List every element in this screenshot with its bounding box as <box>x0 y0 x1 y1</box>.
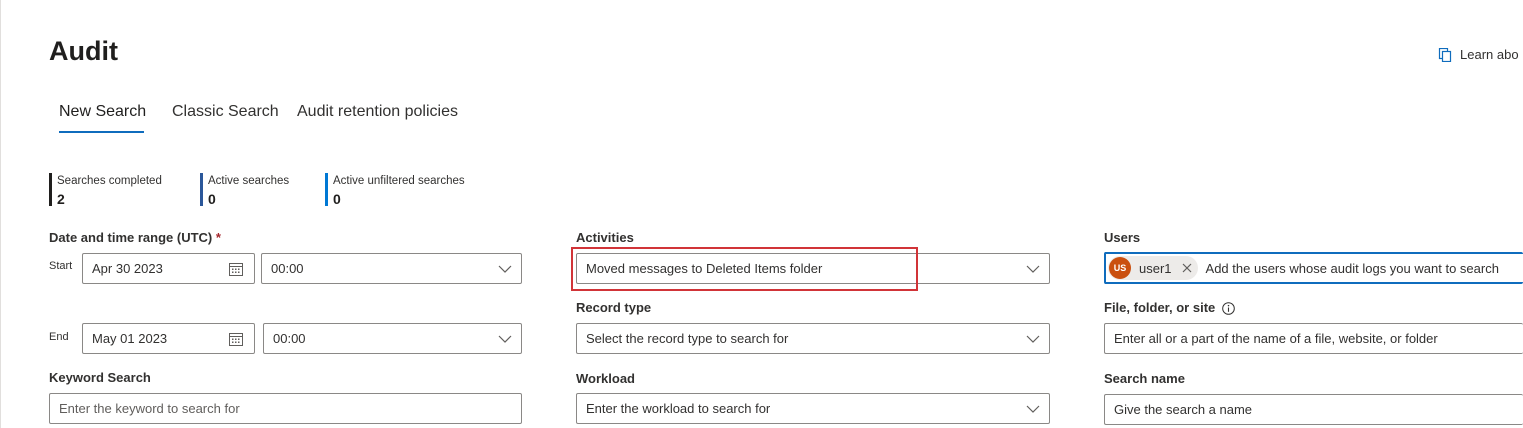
record-type-label: Record type <box>576 300 652 315</box>
end-date-value: May 01 2023 <box>92 331 168 346</box>
activities-highlight-box <box>571 247 918 291</box>
date-range-label: Date and time range (UTC) * <box>49 230 221 245</box>
info-icon[interactable] <box>1222 302 1235 315</box>
learn-about-link[interactable]: Learn abo <box>1438 47 1519 62</box>
tab-audit-retention-policies[interactable]: Audit retention policies <box>297 103 458 121</box>
close-icon[interactable] <box>1182 263 1192 273</box>
calendar-icon[interactable] <box>228 331 244 347</box>
active-tab-indicator <box>59 131 144 133</box>
users-label: Users <box>1104 230 1141 245</box>
record-type-dropdown[interactable]: Select the record type to search for <box>576 323 1050 354</box>
metric-bar <box>325 173 328 206</box>
start-time-value: 00:00 <box>271 261 304 276</box>
page-left-border <box>0 0 1 428</box>
avatar: US <box>1109 257 1131 279</box>
start-time-dropdown[interactable]: 00:00 <box>261 253 522 284</box>
required-mark: * <box>215 230 221 245</box>
page-title: Audit <box>49 36 118 66</box>
workload-dropdown[interactable]: Enter the workload to search for <box>576 393 1050 424</box>
keyword-search-label: Keyword Search <box>49 370 151 385</box>
calendar-icon[interactable] <box>228 261 244 277</box>
metric-bar <box>200 173 203 206</box>
metric-value: 2 <box>57 191 65 207</box>
metric-label: Searches completed <box>57 175 162 187</box>
start-date-value: Apr 30 2023 <box>92 261 163 276</box>
file-folder-site-placeholder: Enter all or a part of the name of a fil… <box>1114 331 1438 346</box>
user-chip[interactable]: US user1 <box>1108 256 1198 280</box>
activities-label: Activities <box>576 230 634 245</box>
file-folder-site-label: File, folder, or site <box>1104 300 1235 315</box>
search-name-label: Search name <box>1104 371 1185 386</box>
user-chip-name: user1 <box>1139 260 1172 276</box>
search-name-placeholder: Give the search a name <box>1114 402 1253 417</box>
start-date-picker[interactable]: Apr 30 2023 <box>82 253 255 284</box>
chevron-down-icon <box>1026 405 1040 413</box>
users-picker[interactable]: US user1 Add the users whose audit logs … <box>1104 252 1523 284</box>
metric-value: 0 <box>208 191 216 207</box>
end-date-picker[interactable]: May 01 2023 <box>82 323 255 354</box>
end-time-dropdown[interactable]: 00:00 <box>263 323 522 354</box>
chevron-down-icon <box>1026 265 1040 273</box>
record-type-placeholder: Select the record type to search for <box>586 331 789 346</box>
start-label: Start <box>49 260 73 272</box>
metric-value: 0 <box>333 191 341 207</box>
workload-placeholder: Enter the workload to search for <box>586 401 771 416</box>
file-folder-site-label-text: File, folder, or site <box>1104 300 1216 315</box>
metric-bar <box>49 173 52 206</box>
tab-new-search[interactable]: New Search <box>59 103 146 121</box>
date-range-label-text: Date and time range (UTC) <box>49 230 213 245</box>
keyword-search-input[interactable]: Enter the keyword to search for <box>49 393 522 424</box>
keyword-search-placeholder: Enter the keyword to search for <box>59 401 240 416</box>
metric-label: Active unfiltered searches <box>333 175 465 187</box>
end-time-value: 00:00 <box>273 331 306 346</box>
file-folder-site-input[interactable]: Enter all or a part of the name of a fil… <box>1104 323 1523 354</box>
metric-searches-completed: Searches completed 2 <box>49 173 162 207</box>
learn-about-label: Learn abo <box>1460 47 1519 62</box>
metric-active-searches: Active searches 0 <box>200 173 290 207</box>
tab-classic-search[interactable]: Classic Search <box>172 103 279 121</box>
metric-label: Active searches <box>208 175 290 187</box>
end-label: End <box>49 331 69 343</box>
chevron-down-icon <box>1026 335 1040 343</box>
chevron-down-icon <box>498 335 512 343</box>
metric-active-unfiltered-searches: Active unfiltered searches 0 <box>325 173 465 207</box>
chevron-down-icon <box>498 265 512 273</box>
workload-label: Workload <box>576 371 635 386</box>
document-icon <box>1438 47 1452 62</box>
search-name-input[interactable]: Give the search a name <box>1104 394 1523 425</box>
users-placeholder: Add the users whose audit logs you want … <box>1205 260 1499 276</box>
